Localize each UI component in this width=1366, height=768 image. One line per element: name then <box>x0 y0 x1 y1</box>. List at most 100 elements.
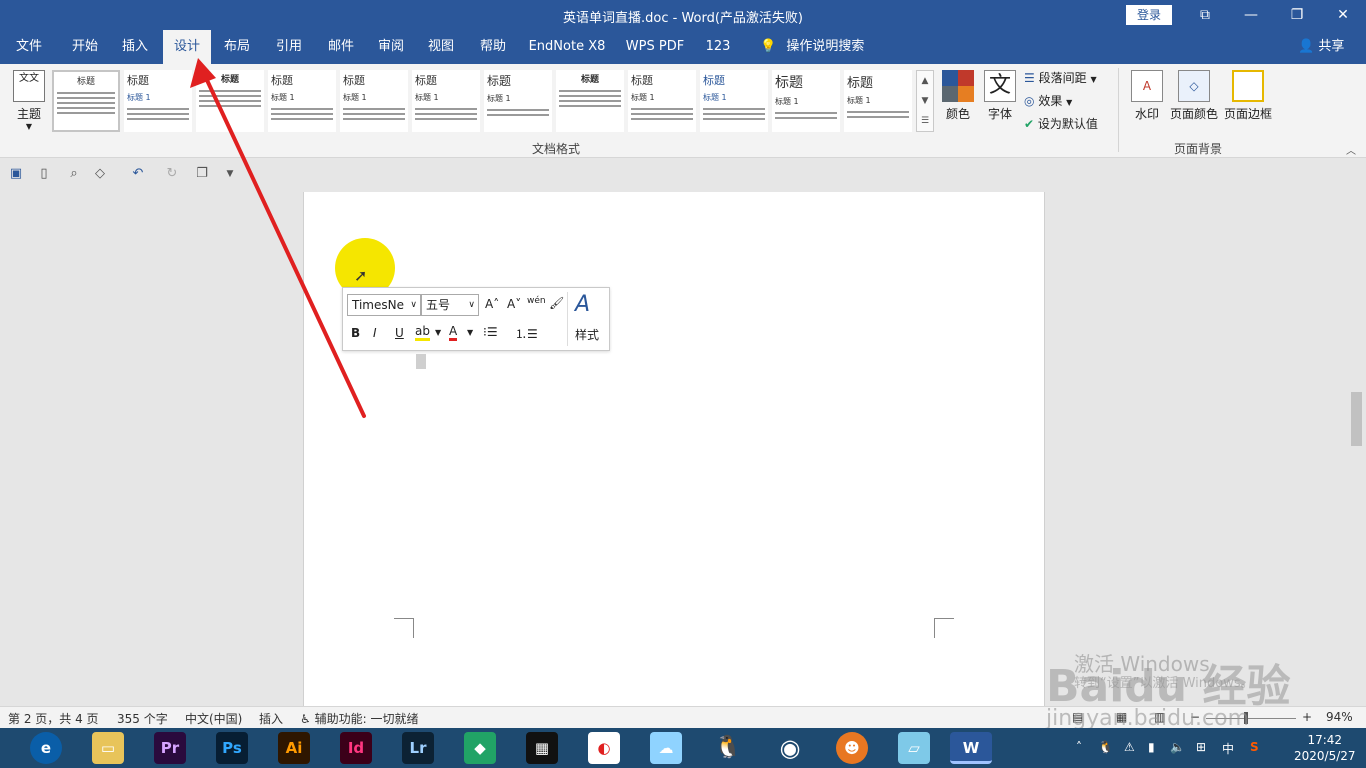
style-set-thumb[interactable]: 标题 标题 1 <box>484 70 552 132</box>
scroll-down-icon[interactable]: ▼ <box>917 91 933 111</box>
style-set-thumb[interactable]: 标题 标题 1 <box>844 70 912 132</box>
tab-view[interactable]: 视图 <box>418 30 464 64</box>
style-set-thumb[interactable]: 标题 <box>52 70 120 132</box>
page-count[interactable]: 第 2 页，共 4 页 <box>8 710 99 727</box>
style-set-thumb[interactable]: 标题 <box>556 70 624 132</box>
undo-icon[interactable]: ↶ <box>130 166 146 182</box>
tab-help[interactable]: 帮助 <box>470 30 516 64</box>
chevron-down-icon[interactable]: ▼ <box>435 328 441 337</box>
green-app-icon[interactable]: ◆ <box>464 732 496 764</box>
notes-app-icon[interactable]: ▱ <box>898 732 930 764</box>
scroll-up-icon[interactable]: ▲ <box>917 71 933 91</box>
highlight-button[interactable]: ab <box>415 324 430 341</box>
phonetic-guide-button[interactable]: wén <box>527 296 546 306</box>
fonts-button[interactable]: 文 字体 <box>982 70 1018 122</box>
zoom-level[interactable]: 94% <box>1326 710 1353 724</box>
language-indicator[interactable]: 中文(中国) <box>185 710 242 727</box>
tab-endnote[interactable]: EndNote X8 <box>526 30 608 64</box>
style-set-thumb[interactable]: 标题 标题 1 <box>268 70 336 132</box>
qq-icon[interactable]: 🐧 <box>712 732 744 764</box>
share-button[interactable]: 👤 共享 <box>1298 30 1344 64</box>
paragraph-spacing-button[interactable]: ☰ 段落间距 ▼ <box>1024 68 1097 88</box>
style-set-thumb[interactable]: 标题 标题 1 <box>628 70 696 132</box>
font-color-button[interactable]: A <box>449 324 458 341</box>
gallery-more-icon[interactable]: ☰ <box>917 111 933 131</box>
shrink-font-button[interactable]: A˅ <box>507 297 521 311</box>
colors-button[interactable]: 颜色 <box>940 70 976 122</box>
login-button[interactable]: 登录 <box>1126 5 1172 25</box>
file-explorer-icon[interactable]: ▭ <box>92 732 124 764</box>
zoom-in-icon[interactable]: + <box>1302 710 1312 724</box>
battery-icon[interactable]: ▮ <box>1148 740 1155 754</box>
browser-icon[interactable]: e <box>30 732 62 764</box>
style-set-thumb[interactable]: 标题 标题 1 <box>772 70 840 132</box>
customize-qat-icon[interactable]: ▼ <box>222 166 238 182</box>
restore-button[interactable]: ❐ <box>1286 4 1308 26</box>
save-icon[interactable]: ▣ <box>8 166 24 182</box>
copy-icon[interactable]: ❐ <box>194 166 210 182</box>
bullets-icon[interactable]: ⁝☰ <box>483 325 498 339</box>
shapes-icon[interactable]: ◇ <box>92 166 108 182</box>
watermark-button[interactable]: A 水印 <box>1128 70 1166 122</box>
ime-indicator[interactable]: 中 <box>1222 740 1234 757</box>
accessibility-status[interactable]: ♿ 辅助功能: 一切就绪 <box>300 710 418 727</box>
tab-layout[interactable]: 布局 <box>214 30 260 64</box>
font-name-select[interactable]: TimesNe ∨ <box>347 294 421 316</box>
numbering-icon[interactable]: ⒈☰ <box>515 325 538 342</box>
orange-app-icon[interactable]: ☻ <box>836 732 868 764</box>
tab-references[interactable]: 引用 <box>266 30 312 64</box>
tab-insert[interactable]: 插入 <box>112 30 158 64</box>
illustrator-icon[interactable]: Ai <box>278 732 310 764</box>
print-preview-icon[interactable]: ⌕ <box>66 166 82 182</box>
keyboard-icon[interactable]: ⊞ <box>1196 740 1206 754</box>
set-as-default-button[interactable]: ✔ 设为默认值 <box>1024 114 1098 134</box>
underline-button[interactable]: U <box>395 326 404 340</box>
style-set-thumb[interactable]: 标题 标题 1 <box>124 70 192 132</box>
vertical-scrollbar[interactable] <box>1350 192 1366 706</box>
document-page[interactable] <box>303 192 1045 706</box>
sogou-icon[interactable]: S <box>1250 740 1259 754</box>
page-color-button[interactable]: ◇ 页面颜色 <box>1168 70 1220 122</box>
tab-123[interactable]: 123 <box>700 30 736 64</box>
font-size-select[interactable]: 五号 ∨ <box>421 294 479 316</box>
qq-tray-icon[interactable]: 🐧 <box>1098 740 1113 754</box>
insert-mode[interactable]: 插入 <box>259 710 283 727</box>
styles-label[interactable]: 样式 <box>575 326 599 343</box>
new-document-icon[interactable]: ▯ <box>36 166 52 182</box>
redo-icon[interactable]: ↻ <box>164 166 180 182</box>
style-set-thumb[interactable]: 标题 标题 1 <box>340 70 408 132</box>
grow-font-button[interactable]: A˄ <box>485 297 499 311</box>
lightroom-icon[interactable]: Lr <box>402 732 434 764</box>
photoshop-icon[interactable]: Ps <box>216 732 248 764</box>
taskbar-clock[interactable]: 17:42 2020/5/27 <box>1294 732 1356 764</box>
chevron-down-icon[interactable]: ▼ <box>467 328 473 337</box>
tab-design[interactable]: 设计 <box>163 30 211 64</box>
tab-review[interactable]: 审阅 <box>368 30 414 64</box>
umbrella-app-icon[interactable]: ◐ <box>588 732 620 764</box>
tab-mailings[interactable]: 邮件 <box>318 30 364 64</box>
word-taskbar-icon[interactable]: W <box>950 732 992 764</box>
format-painter-icon[interactable]: 🖌 <box>549 296 564 310</box>
chat-app-icon[interactable]: ☁ <box>650 732 682 764</box>
style-set-thumb[interactable]: 标题 <box>196 70 264 132</box>
minimize-button[interactable]: — <box>1240 4 1262 26</box>
indesign-icon[interactable]: Id <box>340 732 372 764</box>
tab-wps-pdf[interactable]: WPS PDF <box>620 30 690 64</box>
ribbon-display-options-icon[interactable]: ⧉ <box>1194 4 1216 26</box>
chrome-icon[interactable]: ◉ <box>774 732 806 764</box>
style-set-thumb[interactable]: 标题 标题 1 <box>700 70 768 132</box>
scrollbar-thumb[interactable] <box>1351 392 1362 446</box>
gallery-scroller[interactable]: ▲ ▼ ☰ <box>916 70 934 132</box>
themes-button[interactable]: 文文 主题 ▼ <box>10 70 48 131</box>
effects-button[interactable]: ◎ 效果 ▼ <box>1024 91 1072 111</box>
tray-expand-icon[interactable]: ˄ <box>1076 740 1082 754</box>
network-warning-icon[interactable]: ⚠ <box>1124 740 1135 754</box>
collapse-ribbon-icon[interactable]: ︿ <box>1346 142 1356 157</box>
italic-button[interactable]: I <box>373 326 377 340</box>
volume-icon[interactable]: 🔈 <box>1170 740 1185 754</box>
close-button[interactable]: ✕ <box>1332 4 1354 26</box>
styles-icon[interactable]: A <box>575 292 590 317</box>
premiere-icon[interactable]: Pr <box>154 732 186 764</box>
style-set-thumb[interactable]: 标题 标题 1 <box>412 70 480 132</box>
tell-me-search[interactable]: 💡 操作说明搜索 <box>760 30 864 64</box>
